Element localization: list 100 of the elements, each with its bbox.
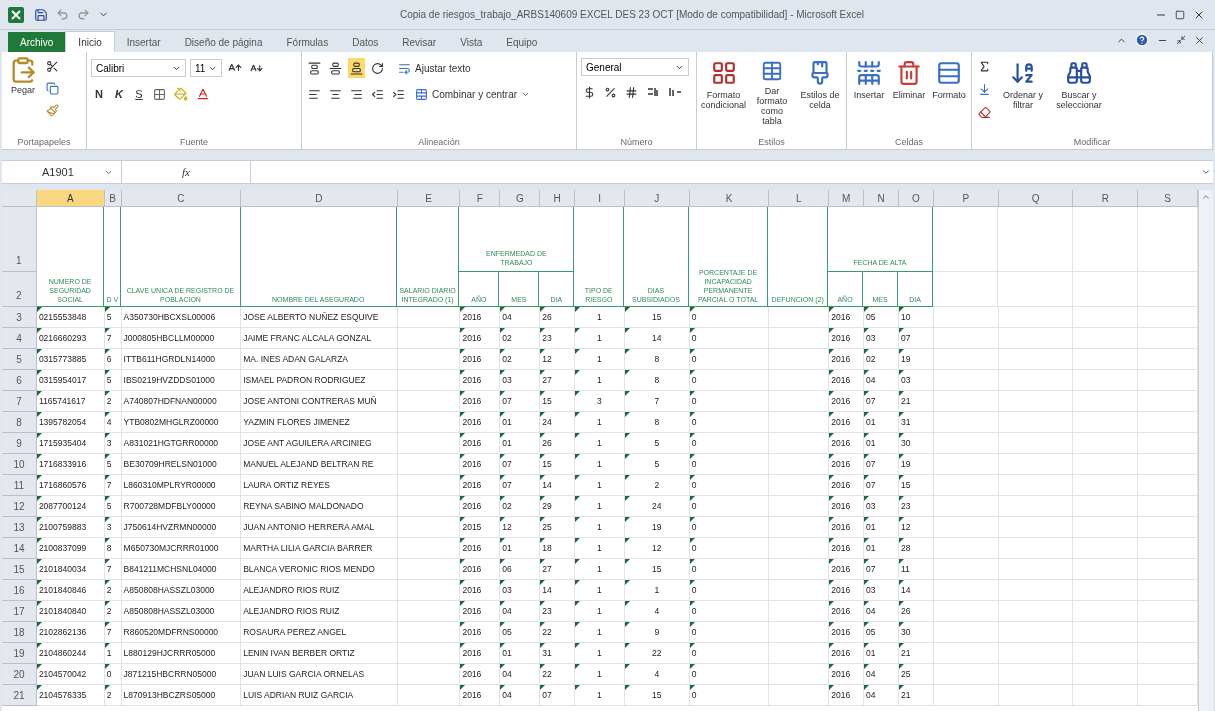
table-cell: 04 <box>866 688 876 702</box>
table-cell: 2016 <box>831 604 851 618</box>
row-header[interactable]: 17 <box>2 601 37 622</box>
row-header[interactable]: 13 <box>2 517 37 538</box>
column-header[interactable]: K <box>689 190 770 206</box>
number-format-field[interactable]: General <box>581 58 689 76</box>
table-cell: 7 <box>106 562 112 576</box>
column-header[interactable]: E <box>397 190 461 206</box>
column-header[interactable]: O <box>899 190 934 206</box>
underline-button[interactable]: S <box>131 85 147 103</box>
column-header[interactable]: M <box>829 190 865 206</box>
vertical-scrollbar[interactable] <box>1198 190 1213 711</box>
insert-function-button[interactable]: fx <box>122 163 250 181</box>
ribbon-tab[interactable]: Datos <box>340 32 391 52</box>
table-cell: 0 <box>691 415 697 429</box>
table-cell-text: 1 <box>596 604 603 618</box>
bold-button[interactable]: N <box>91 85 107 103</box>
row-header[interactable]: 5 <box>2 349 37 370</box>
table-cell-text: 3 <box>596 394 603 408</box>
format-as-table-button[interactable]: Dar formato como tabla <box>750 56 794 126</box>
insert-button[interactable]: Insertar <box>851 56 887 126</box>
row-header[interactable]: 6 <box>2 370 37 391</box>
ribbon-tab[interactable]: Equipo <box>494 32 550 52</box>
ribbon-tab[interactable]: Insertar <box>114 32 173 52</box>
column-header[interactable]: A <box>36 190 105 206</box>
table-cell: 25 <box>542 520 552 534</box>
ribbon-tab[interactable]: Fórmulas <box>274 32 341 52</box>
table-cell: 14 <box>542 478 552 492</box>
sort-filter-button[interactable]: Ordenar y filtrar <box>997 56 1049 126</box>
delete-button[interactable]: Eliminar <box>891 56 927 126</box>
ribbon-tab[interactable]: Vista <box>448 32 495 52</box>
cell-styles-button[interactable]: Estilos de celda <box>798 56 842 126</box>
column-header[interactable]: I <box>575 190 625 206</box>
table-cell: 04 <box>502 667 512 681</box>
name-box[interactable]: A1901 <box>2 161 122 183</box>
row-header[interactable]: 10 <box>2 454 37 475</box>
column-header[interactable]: H <box>540 190 576 206</box>
column-header[interactable]: R <box>1073 190 1139 206</box>
column-header[interactable]: N <box>864 190 900 206</box>
table-cell: 0 <box>691 478 697 492</box>
row-header[interactable]: 1 <box>2 207 37 272</box>
merge-center-button[interactable]: Combinar y centrar <box>415 86 531 102</box>
table-cell: 0 <box>691 688 697 702</box>
table-cell: 2016 <box>462 646 482 660</box>
row-header[interactable]: 14 <box>2 538 37 559</box>
conditional-format-button[interactable]: Formato condicional <box>701 56 747 126</box>
row-header[interactable]: 19 <box>2 643 37 664</box>
column-header[interactable]: C <box>121 190 242 206</box>
table-cell-text: 15 <box>651 688 663 702</box>
ribbon-tab[interactable]: Inicio <box>65 31 115 52</box>
row-header[interactable]: 16 <box>2 580 37 601</box>
row-header[interactable]: 18 <box>2 622 37 643</box>
column-header[interactable]: L <box>769 190 830 206</box>
table-cell: 2104570042 <box>38 667 87 681</box>
row-header[interactable]: 4 <box>2 328 37 349</box>
row-header[interactable]: 7 <box>2 391 37 412</box>
autosum-icon <box>978 59 991 73</box>
font-name-field[interactable]: Calibri <box>91 59 186 77</box>
table-cell: A350730HBCXSL00006 <box>123 310 216 324</box>
table-cell: 3 <box>106 436 112 450</box>
column-header[interactable]: B <box>104 190 122 206</box>
row-header[interactable]: 20 <box>2 664 37 685</box>
table-cell: 1 <box>106 646 112 660</box>
row-header[interactable]: 8 <box>2 412 37 433</box>
column-header[interactable]: D <box>241 190 398 206</box>
row-header[interactable]: 9 <box>2 433 37 454</box>
row-header[interactable]: 12 <box>2 496 37 517</box>
column-header[interactable]: F <box>460 190 501 206</box>
table-cell: 24 <box>542 415 552 429</box>
table-cell: 2016 <box>831 352 851 366</box>
align-center-icon <box>329 87 342 101</box>
spreadsheet-logo-icon <box>8 6 24 23</box>
row-header[interactable]: 3 <box>2 307 37 328</box>
wrap-text-icon <box>398 61 411 75</box>
row-header[interactable]: 15 <box>2 559 37 580</box>
format-button[interactable]: Formato <box>931 56 967 126</box>
wrap-text-button[interactable]: Ajustar texto <box>398 60 471 76</box>
ribbon-tab[interactable]: Diseño de página <box>172 32 275 52</box>
align-bottom-icon <box>350 61 363 75</box>
empty-cell <box>1073 496 1139 517</box>
italic-button[interactable]: K <box>111 85 127 103</box>
table-cell: 07 <box>866 478 876 492</box>
table-cell: 29 <box>542 499 552 513</box>
paste-button[interactable]: Pegar <box>6 56 40 98</box>
row-header[interactable]: 2 <box>2 272 37 307</box>
column-header[interactable]: G <box>500 190 541 206</box>
ribbon-tab[interactable]: Archivo <box>8 32 66 52</box>
column-header[interactable]: Q <box>998 190 1074 206</box>
ribbon-tab[interactable]: Revisar <box>390 32 449 52</box>
table-cell: 05 <box>502 625 512 639</box>
row-header[interactable]: 11 <box>2 475 37 496</box>
table-cell: 2101840840 <box>38 604 87 618</box>
font-size-field[interactable]: 11 <box>190 59 222 77</box>
save-icon <box>34 7 48 22</box>
find-select-button[interactable]: Buscar y seleccionar <box>1053 56 1105 126</box>
column-header[interactable]: P <box>933 190 999 206</box>
group-label: Modificar <box>1072 136 1112 149</box>
column-header[interactable]: J <box>624 190 690 206</box>
row-header[interactable]: 21 <box>2 685 37 706</box>
table-cell: L860310MPLRYR00000 <box>123 478 216 492</box>
